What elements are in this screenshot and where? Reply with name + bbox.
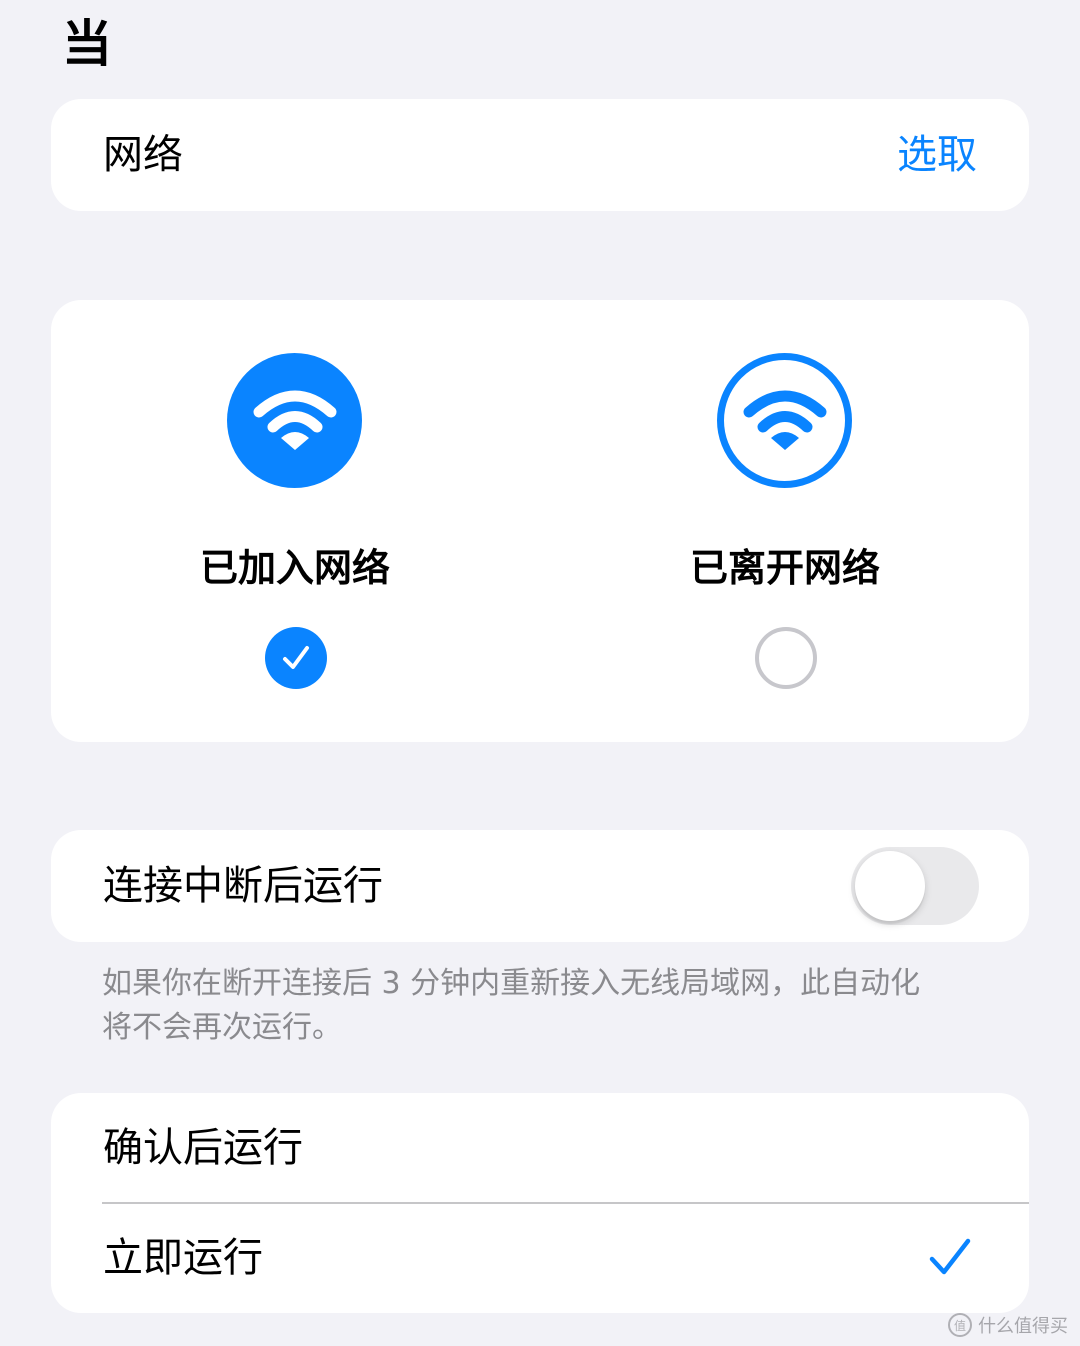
section-heading: 当 (62, 15, 112, 73)
watermark-text: 什么值得买 (978, 1316, 1068, 1337)
toggle-knob (855, 851, 925, 921)
trigger-selector: 已加入网络 已离开网络 (51, 300, 1029, 742)
watermark: 值 什么值得买 (948, 1312, 1068, 1338)
choose-network-button[interactable]: 选取 (897, 131, 977, 179)
reconnect-label: 连接中断后运行 (103, 863, 383, 909)
trigger-option-joined[interactable]: 已加入网络 (145, 300, 445, 742)
reconnect-row: 连接中断后运行 (51, 830, 1029, 942)
radio-unchecked-icon[interactable] (755, 627, 817, 689)
network-label: 网络 (103, 132, 183, 178)
automation-trigger-screen: 当 网络 选取 已加入网络 已离开网络 连接中断后运行 如果你在断开连接后 3 … (0, 0, 1080, 1346)
run-mode-confirm[interactable]: 确认后运行 (51, 1093, 1029, 1204)
checkmark-icon (929, 1238, 971, 1275)
reconnect-toggle[interactable] (851, 847, 979, 925)
trigger-option-joined-label: 已加入网络 (199, 546, 390, 590)
wifi-icon (227, 353, 362, 488)
run-mode-confirm-label: 确认后运行 (103, 1125, 303, 1171)
trigger-option-left[interactable]: 已离开网络 (635, 300, 935, 742)
watermark-logo-icon: 值 (948, 1313, 972, 1337)
run-mode-list: 确认后运行 立即运行 (51, 1093, 1029, 1313)
network-row[interactable]: 网络 选取 (51, 99, 1029, 211)
trigger-option-left-label: 已离开网络 (689, 546, 880, 590)
run-mode-immediate-label: 立即运行 (103, 1235, 263, 1281)
radio-checked-icon[interactable] (265, 627, 327, 689)
reconnect-footnote: 如果你在断开连接后 3 分钟内重新接入无线局域网，此自动化将不会再次运行。 (102, 966, 921, 1045)
run-mode-immediate[interactable]: 立即运行 (51, 1203, 1029, 1313)
wifi-outline-icon (717, 353, 852, 488)
